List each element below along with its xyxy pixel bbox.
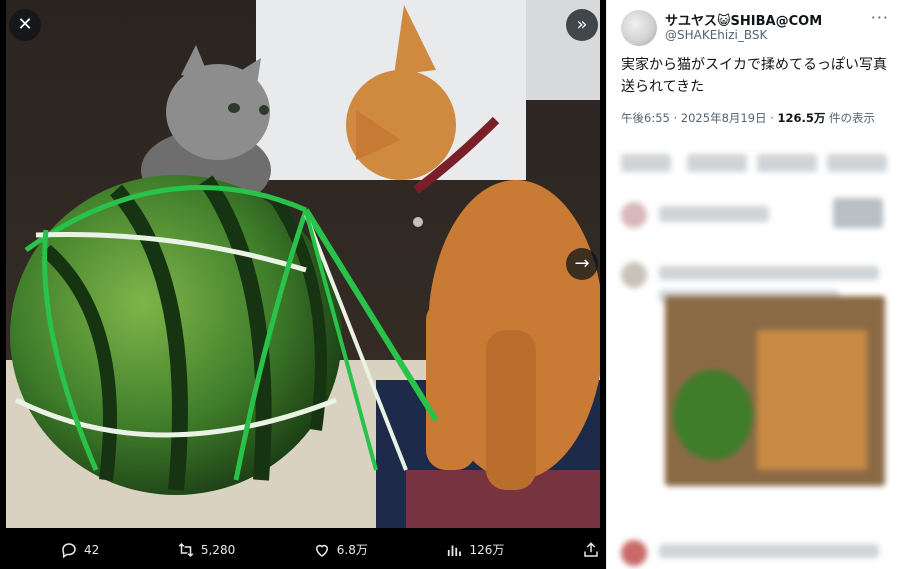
author-handle[interactable]: @SHAKEhizi_BSK: [665, 28, 767, 42]
repost-count: 5,280: [200, 542, 236, 557]
share-button[interactable]: [582, 541, 600, 559]
reply-button[interactable]: 42: [60, 541, 99, 559]
repost-icon: [178, 542, 194, 557]
post-view-count: 126.5万: [777, 111, 826, 125]
blurred-replies: [607, 140, 900, 569]
close-icon: ✕: [17, 14, 33, 35]
post-meta: 午後6:55 · 2025年8月19日 · 126.5万 件の表示: [621, 110, 891, 126]
views-icon: [448, 545, 462, 556]
reply-count: 42: [84, 542, 100, 557]
author-name[interactable]: サユヤス😺SHIBA@COM: [665, 10, 822, 29]
post-photo[interactable]: [6, 0, 600, 528]
post-view-label: 件の表示: [829, 111, 876, 125]
media-viewer: ✕ » → 42 5,280 6.8万 126万: [0, 0, 606, 569]
arrow-right-icon: →: [574, 253, 590, 274]
collapse-panel-button[interactable]: »: [566, 9, 598, 41]
post-date[interactable]: 2025年8月19日: [681, 111, 767, 125]
more-options-icon[interactable]: ···: [871, 8, 889, 27]
meta-separator: ·: [770, 111, 774, 125]
like-count: 6.8万: [336, 543, 368, 557]
views-count: 126万: [469, 543, 505, 557]
next-image-button[interactable]: →: [566, 248, 598, 280]
action-bar: 42 5,280 6.8万 126万: [60, 530, 600, 569]
repost-button[interactable]: 5,280: [177, 541, 235, 559]
meta-separator: ·: [673, 111, 678, 125]
like-button[interactable]: 6.8万: [313, 541, 368, 559]
views-button[interactable]: 126万: [445, 541, 504, 559]
reply-icon: [62, 542, 76, 558]
post-time[interactable]: 午後6:55: [621, 111, 670, 125]
share-icon: [584, 541, 598, 557]
double-chevron-right-icon: »: [576, 14, 588, 35]
post-panel: サユヤス😺SHIBA@COM @SHAKEhizi_BSK ··· 実家から猫が…: [606, 0, 900, 569]
heart-icon: [315, 544, 328, 557]
avatar[interactable]: [621, 10, 657, 46]
post-text: 実家から猫がスイカで揉めてるっぽい写真送られてきた: [621, 57, 887, 95]
close-button[interactable]: ✕: [9, 9, 41, 41]
